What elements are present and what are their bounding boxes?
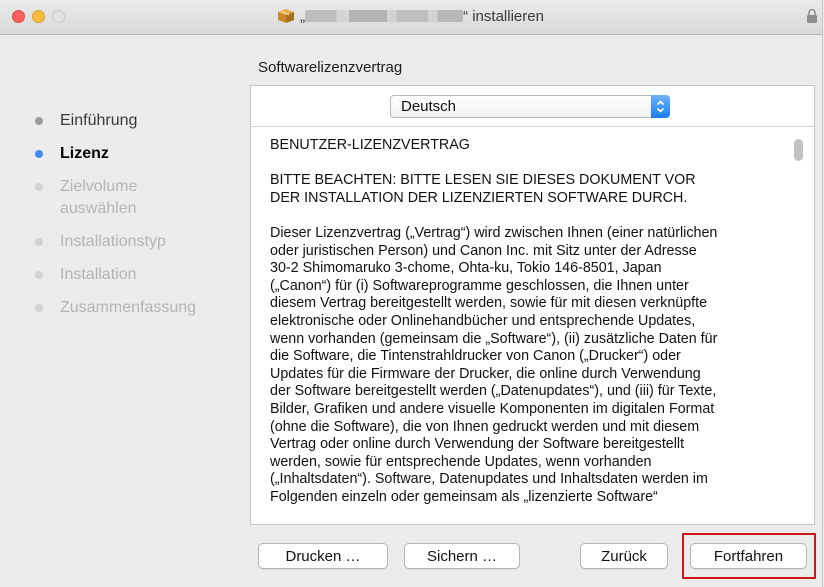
save-button[interactable]: Sichern … [404,543,520,569]
step-dot [35,271,43,279]
step-dot [35,117,43,125]
package-icon [278,9,295,23]
step-installation: Installation [0,264,245,286]
step-label: Zusammenfassung [60,299,197,316]
redacted-product-name [305,10,464,22]
step-label: Installation [60,266,137,283]
installer-window: „ “ installieren Einführung Lizenz Zielvo… [0,0,823,587]
back-button[interactable]: Zurück [580,543,668,569]
continue-highlight-frame [682,533,816,579]
step-introduction: Einführung [0,110,245,132]
step-label: Einführung [60,112,138,129]
title-suffix: “ installieren [463,8,544,25]
license-text-area[interactable]: BENUTZER-LIZENZVERTRAG BITTE BEACHTEN: B… [251,126,814,524]
scrollbar-thumb[interactable] [794,139,803,161]
window-title: „ “ installieren [0,8,822,25]
step-dot-active [35,150,43,158]
step-license: Lizenz [0,143,245,165]
step-destination-volume: Zielvolume auswählen [0,176,200,220]
license-text: BENUTZER-LIZENZVERTRAG BITTE BEACHTEN: B… [270,137,718,505]
step-summary: Zusammenfassung [0,297,245,319]
step-dot [35,183,43,191]
language-select-value: Deutsch [401,98,457,115]
step-label: Lizenz [60,145,109,162]
section-title: Softwarelizenzvertrag [258,59,403,76]
step-installation-type: Installationstyp [0,231,245,253]
language-select[interactable]: Deutsch [390,95,670,118]
title-bar[interactable]: „ “ installieren [0,0,822,35]
step-dot [35,238,43,246]
up-down-chevron-icon[interactable] [651,95,670,118]
step-label: Zielvolume auswählen [60,178,138,217]
step-dot [35,304,43,312]
lock-icon [807,8,817,23]
license-panel: Deutsch BENUTZER-LIZENZVERTRAG BITTE BEA… [250,85,815,525]
print-button[interactable]: Drucken … [258,543,388,569]
step-label: Installationstyp [60,233,166,250]
installer-steps: Einführung Lizenz Zielvolume auswählen I… [0,110,245,330]
